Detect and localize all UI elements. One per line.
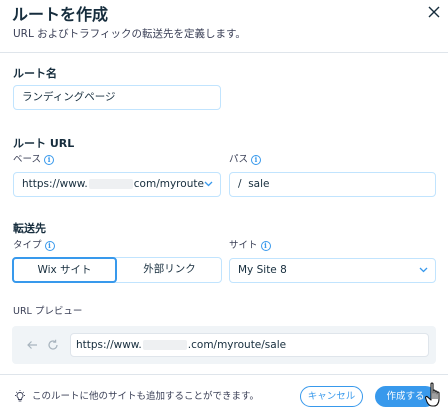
dialog-footer: このルートに他のサイトも追加することができます。 キャンセル 作成する (0, 374, 448, 415)
path-input[interactable]: / sale (229, 172, 436, 197)
preview-url-prefix: https://www. (76, 339, 142, 351)
create-button-label: 作成する (386, 391, 425, 402)
footer-tip: このルートに他のサイトも追加することができます。 (14, 390, 259, 403)
site-select[interactable]: My Site 8 (229, 258, 436, 283)
route-name-input[interactable]: ランディングページ (13, 85, 221, 110)
type-label: タイプ (13, 240, 42, 251)
site-label-group: サイト i (229, 240, 271, 252)
url-preview-label: URL プレビュー (13, 306, 82, 318)
chevron-down-icon (419, 267, 428, 273)
arrow-left-icon (27, 341, 37, 349)
route-url-label: ルート URL (13, 137, 75, 150)
route-name-value: ランディングページ (22, 91, 116, 103)
footer-tip-text: このルートに他のサイトも追加することができます。 (32, 390, 260, 402)
path-value: / sale (238, 178, 270, 190)
type-option-external-link[interactable]: 外部リンク (118, 258, 221, 282)
site-label: サイト (229, 240, 258, 251)
redacted-domain (142, 340, 187, 350)
chevron-down-icon (204, 181, 213, 187)
base-url-prefix: https://www. (22, 178, 88, 190)
info-icon[interactable]: i (44, 241, 55, 251)
base-url-select[interactable]: https://www. com/myroute (13, 172, 221, 197)
destination-label: 転送先 (13, 222, 46, 235)
info-icon[interactable]: i (44, 155, 55, 165)
base-url-suffix: com/myroute (133, 178, 204, 190)
type-label-group: タイプ i (13, 240, 55, 252)
type-option-label: Wix サイト (37, 264, 92, 276)
cancel-button[interactable]: キャンセル (300, 386, 363, 407)
dialog-subtitle: URL およびトラフィックの転送先を定義します。 (13, 28, 246, 40)
route-name-label: ルート名 (13, 67, 57, 80)
base-label: ベース (13, 154, 42, 165)
dialog-title: ルートを作成 (12, 5, 109, 24)
type-option-wix-site[interactable]: Wix サイト (12, 257, 117, 283)
hand-cursor-icon (425, 382, 440, 407)
info-icon[interactable]: i (260, 241, 271, 251)
type-option-label: 外部リンク (143, 263, 196, 275)
type-segmented-control: Wix サイト 外部リンク (12, 257, 222, 283)
cancel-button-label: キャンセル (307, 391, 356, 402)
redacted-domain (88, 179, 133, 189)
url-preview-panel: https://www. .com/myroute/sale (12, 326, 436, 364)
url-preview-label-text: URL プレビュー (13, 306, 83, 317)
close-icon[interactable] (426, 4, 442, 20)
lightbulb-icon (15, 390, 25, 402)
site-value: My Site 8 (238, 264, 287, 276)
path-label-group: パス i (229, 154, 262, 166)
base-label-group: ベース i (13, 154, 55, 166)
path-label: パス (229, 154, 249, 165)
info-icon[interactable]: i (251, 155, 262, 165)
refresh-icon (48, 339, 58, 350)
dialog-header: ルートを作成 URL およびトラフィックの転送先を定義します。 (0, 0, 448, 53)
preview-url-suffix: .com/myroute/sale (187, 339, 287, 351)
preview-url-bar: https://www. .com/myroute/sale (70, 333, 429, 357)
